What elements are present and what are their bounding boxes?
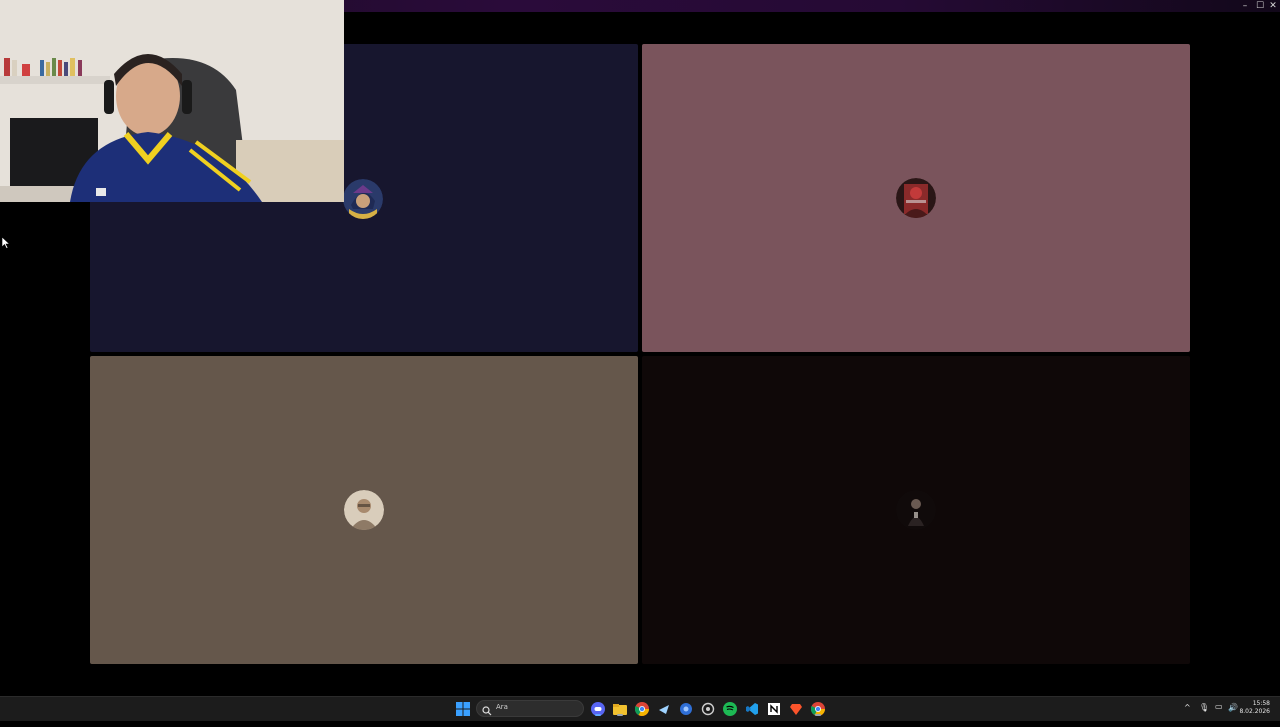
webcam-person-icon [0, 0, 344, 202]
network-app-icon[interactable] [678, 701, 694, 717]
monitor-icon[interactable]: ▭ [1215, 702, 1223, 726]
taskbar-search-box[interactable]: Ara [476, 700, 584, 717]
vscode-icon[interactable] [744, 701, 760, 717]
minimize-button[interactable]: – [1238, 0, 1252, 12]
clock-time: 15:58 [1252, 700, 1270, 707]
self-camera-feed[interactable] [0, 0, 344, 202]
settings-icon[interactable] [700, 701, 716, 717]
microphone-icon[interactable]: 🎙 [1199, 703, 1209, 727]
brave-icon[interactable] [788, 701, 804, 717]
file-explorer-icon[interactable] [612, 701, 628, 717]
search-icon [482, 702, 492, 721]
man-portrait-avatar-icon [344, 490, 384, 530]
wizard-avatar-icon [343, 179, 383, 219]
system-clock[interactable]: 15:58 8.02.2026 [1239, 700, 1270, 716]
volume-icon[interactable]: 🔊 [1228, 703, 1238, 727]
windows-taskbar: Ara ^ 🎙 ▭ 🔊 15:58 8.02.2026 [0, 696, 1280, 721]
participant-tile-3[interactable] [90, 356, 638, 664]
windows-start-icon[interactable] [455, 701, 471, 717]
dark-portrait-avatar-icon [896, 490, 936, 530]
tray-overflow-chevron-icon[interactable]: ^ [1184, 703, 1191, 727]
spotify-icon[interactable] [722, 701, 738, 717]
maximize-button[interactable]: ☐ [1253, 0, 1267, 12]
clock-date: 8.02.2026 [1239, 708, 1270, 715]
participant-tile-4[interactable] [642, 356, 1190, 664]
chrome-icon[interactable] [634, 701, 650, 717]
participant-tile-2[interactable] [642, 44, 1190, 352]
discord-icon[interactable] [590, 701, 606, 717]
notion-icon[interactable] [766, 701, 782, 717]
chrome-profile-icon[interactable] [810, 701, 826, 717]
close-button[interactable]: ✕ [1266, 0, 1280, 12]
search-placeholder: Ara [496, 703, 508, 711]
red-portrait-avatar-icon [896, 178, 936, 218]
steam-icon[interactable] [656, 701, 672, 717]
